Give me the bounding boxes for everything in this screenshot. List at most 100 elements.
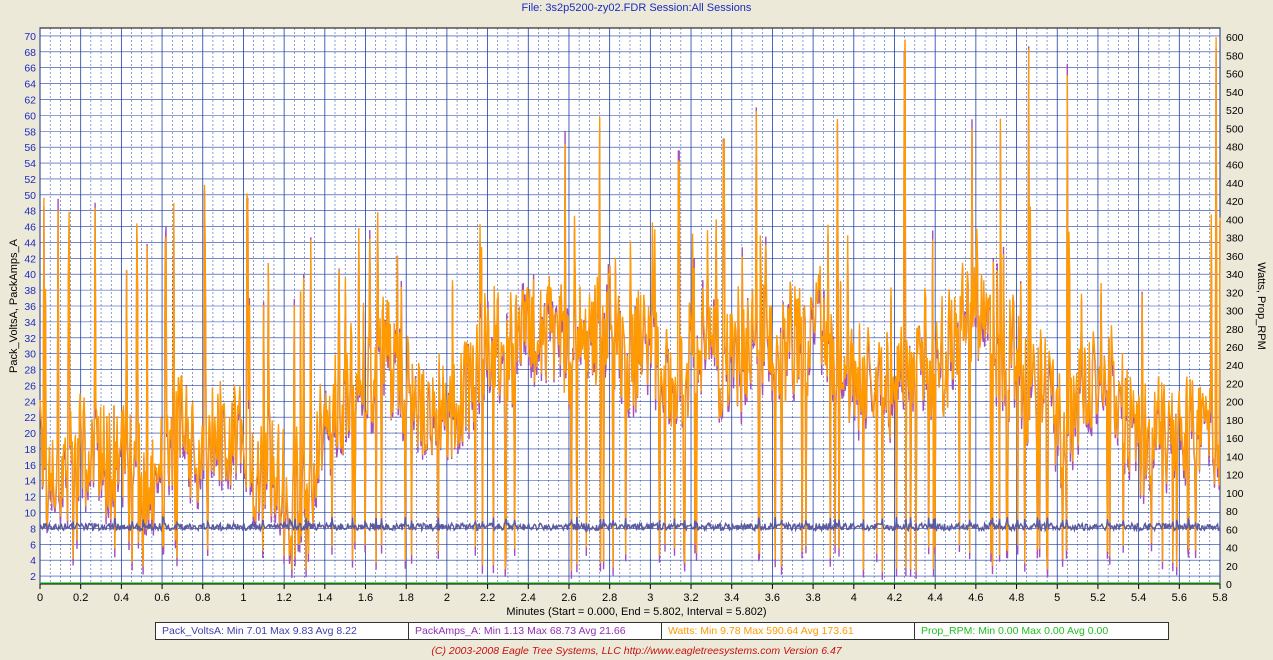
x-tick-label: 2.2 [480, 592, 495, 604]
x-tick-label: 0.8 [195, 592, 210, 604]
y-tick-label-right: 160 [1226, 433, 1244, 445]
y-tick-label-right: 280 [1226, 324, 1244, 336]
y-tick-label-left: 28 [24, 365, 36, 377]
legend-name: PackAmps_A: [415, 625, 481, 637]
x-tick-label: 3.6 [765, 592, 780, 604]
y-tick-label-right: 440 [1226, 178, 1244, 190]
x-tick-label: 5.8 [1212, 592, 1227, 604]
y-tick-label-left: 12 [24, 492, 36, 504]
y-tick-label-left: 16 [24, 460, 36, 472]
y-tick-label-left: 32 [24, 333, 36, 345]
y-tick-label-right: 260 [1226, 342, 1244, 354]
x-tick-label: 4.4 [928, 592, 943, 604]
legend-avg: Avg 8.22 [315, 625, 357, 637]
y-tick-label-left: 2 [30, 571, 36, 583]
legend-min: Min 0.00 [978, 625, 1019, 637]
y-tick-label-right: 240 [1226, 360, 1244, 372]
x-tick-label: 1 [240, 592, 246, 604]
legend: Pack_VoltsA: Min 7.01 Max 9.83 Avg 8.22 … [155, 622, 1169, 640]
legend-max: Max 0.00 [1021, 625, 1065, 637]
x-tick-label: 3.4 [724, 592, 739, 604]
y-tick-label-right: 600 [1226, 32, 1244, 44]
x-tick-label: 2.8 [602, 592, 617, 604]
y-tick-label-left: 52 [24, 174, 36, 186]
y-tick-label-left: 48 [24, 206, 36, 218]
y-tick-label-right: 140 [1226, 451, 1244, 463]
y-tick-label-right: 400 [1226, 214, 1244, 226]
legend-max: Max 590.64 [743, 625, 799, 637]
y-tick-label-right: 80 [1226, 506, 1238, 518]
y-tick-label-right: 220 [1226, 378, 1244, 390]
y-tick-label-right: 120 [1226, 470, 1244, 482]
x-tick-label: 5.4 [1131, 592, 1146, 604]
y-tick-label-left: 62 [24, 94, 36, 106]
y-tick-label-right: 60 [1226, 524, 1238, 536]
y-tick-label-right: 20 [1226, 561, 1238, 573]
y-tick-label-right: 500 [1226, 123, 1244, 135]
y-tick-label-right: 380 [1226, 233, 1244, 245]
legend-avg: Avg 173.61 [800, 625, 854, 637]
y-tick-label-left: 46 [24, 222, 36, 234]
copyright-footer: (C) 2003-2008 Eagle Tree Systems, LLC ht… [431, 645, 842, 657]
y-tick-label-left: 34 [24, 317, 36, 329]
y-tick-label-right: 420 [1226, 196, 1244, 208]
y-tick-label-left: 64 [24, 79, 36, 91]
x-tick-label: 2 [444, 592, 450, 604]
line-chart: 0 0.2 0.4 0.6 0.8 1 1.2 1.4 1.6 1.8 2 2.2 2.4 2.6 2.8 3… [8, 27, 1267, 604]
x-axis-label: Minutes (Start = 0.000, End = 5.802, Int… [506, 606, 767, 618]
x-tick-label: 3.8 [805, 592, 820, 604]
x-tick-label: 0.4 [114, 592, 129, 604]
y-tick-label-right: 580 [1226, 50, 1244, 62]
y-tick-label-right: 520 [1226, 105, 1244, 117]
x-tick-label: 4 [851, 592, 857, 604]
x-tick-label: 1.6 [358, 592, 373, 604]
x-tick-label: 0.6 [154, 592, 169, 604]
legend-item-watts: Watts: Min 9.78 Max 590.64 Avg 173.61 [662, 623, 915, 639]
y-tick-label-left: 70 [24, 31, 36, 43]
y-tick-label-left: 30 [24, 349, 36, 361]
y-tick-label-right: 560 [1226, 69, 1244, 81]
x-tick-label: 4.6 [968, 592, 983, 604]
legend-max: Max 9.83 [270, 625, 314, 637]
x-tick-label: 4.2 [887, 592, 902, 604]
legend-name: Watts: [668, 625, 698, 637]
y-tick-label-right: 40 [1226, 543, 1238, 555]
y-tick-label-left: 18 [24, 444, 36, 456]
legend-name: Pack_VoltsA: [162, 625, 224, 637]
y-tick-label-left: 14 [24, 476, 36, 488]
y-tick-label-right: 360 [1226, 251, 1244, 263]
x-tick-label: 1.2 [276, 592, 291, 604]
legend-min: Min 1.13 [483, 625, 525, 637]
y-tick-label-left: 44 [24, 237, 36, 249]
legend-min: Min 9.78 [700, 625, 741, 637]
legend-item-pack-amps: PackAmps_A: Min 1.13 Max 68.73 Avg 21.66 [409, 623, 662, 639]
y-tick-label-left: 22 [24, 412, 36, 424]
y-tick-label-left: 24 [24, 396, 36, 408]
y-tick-label-left: 54 [24, 158, 36, 170]
y-tick-label-right: 0 [1226, 579, 1232, 591]
legend-item-prop-rpm: Prop_RPM: Min 0.00 Max 0.00 Avg 0.00 [915, 623, 1167, 639]
y-tick-label-left: 60 [24, 110, 36, 122]
y-tick-label-right: 300 [1226, 306, 1244, 318]
x-tick-label: 2.4 [521, 592, 536, 604]
legend-item-pack-volts: Pack_VoltsA: Min 7.01 Max 9.83 Avg 8.22 [156, 623, 409, 639]
y-tick-label-left: 20 [24, 428, 36, 440]
y-tick-label-left: 56 [24, 142, 36, 154]
chart-window: File: 3s2p5200-zy02.FDR Session:All Sess… [0, 0, 1273, 660]
y-tick-label-left: 36 [24, 301, 36, 313]
y-tick-label-left: 38 [24, 285, 36, 297]
y-tick-label-right: 180 [1226, 415, 1244, 427]
legend-avg: Avg 21.66 [578, 625, 626, 637]
y-tick-label-right: 460 [1226, 160, 1244, 172]
x-tick-label: 3 [647, 592, 653, 604]
x-tick-label: 0 [37, 592, 43, 604]
x-tick-label: 0.2 [73, 592, 88, 604]
x-tick-label: 1.8 [399, 592, 414, 604]
y-axis-right-label: Watts, Prop_RPM [1255, 262, 1267, 350]
y-tick-label-left: 58 [24, 126, 36, 138]
x-tick-label: 2.6 [561, 592, 576, 604]
y-tick-label-left: 68 [24, 47, 36, 59]
y-tick-label-left: 6 [30, 539, 36, 551]
y-tick-label-left: 66 [24, 63, 36, 75]
legend-name: Prop_RPM: [921, 625, 976, 637]
